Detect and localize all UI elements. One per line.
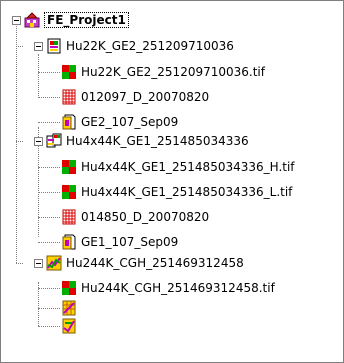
tree-node-item[interactable] xyxy=(61,299,81,317)
tree-line xyxy=(38,54,39,98)
tree-line xyxy=(38,217,60,218)
tree-node-item[interactable] xyxy=(61,317,81,335)
root-label: FE_Project1 xyxy=(44,12,129,28)
missing-protocol-icon xyxy=(62,318,76,334)
grid-template-icon xyxy=(62,209,76,225)
item-label: Hu244K_CGH_251469312458.tif xyxy=(81,281,275,295)
tree-node-item[interactable]: Hu4x44K_GE1_251485034336_L.tif xyxy=(61,183,292,201)
tree-node-group-1[interactable]: Hu22K_GE2_251209710036 xyxy=(46,37,234,55)
tree-line xyxy=(16,141,23,142)
tree-line xyxy=(38,288,60,289)
item-label: Hu22K_GE2_251209710036.tif xyxy=(81,65,265,79)
tree-node-item[interactable]: GE1_107_Sep09 xyxy=(61,233,178,251)
tree-line xyxy=(38,308,60,309)
missing-grid-icon xyxy=(62,300,76,316)
tree-line xyxy=(16,263,23,264)
item-label: GE2_107_Sep09 xyxy=(81,115,179,129)
image-file-icon xyxy=(62,160,76,174)
tree-node-item[interactable]: Hu244K_CGH_251469312458.tif xyxy=(61,279,275,297)
protocol-icon xyxy=(62,114,76,130)
tree-line xyxy=(38,72,60,73)
image-file-icon xyxy=(62,281,76,295)
group-label: Hu22K_GE2_251209710036 xyxy=(66,39,234,53)
tree-line xyxy=(38,326,60,327)
grid-template-icon xyxy=(62,89,76,105)
image-file-icon xyxy=(62,65,76,79)
collapse-toggle-group-1[interactable] xyxy=(34,42,43,51)
tree-node-group-3[interactable]: Hu244K_CGH_251469312458 xyxy=(46,254,244,272)
item-label: Hu4x44K_GE1_251485034336_H.tif xyxy=(81,160,295,174)
tree-node-item[interactable]: Hu4x44K_GE1_251485034336_H.tif xyxy=(61,158,295,176)
item-label: Hu4x44K_GE1_251485034336_L.tif xyxy=(81,185,293,199)
extraction-set-icon xyxy=(46,133,62,148)
project-tree-panel: FE_Project1 Hu22K_GE2_251209710036 Hu22K… xyxy=(0,0,344,363)
item-label: 014850_D_20070820 xyxy=(81,210,210,224)
collapse-toggle-group-3[interactable] xyxy=(34,259,43,268)
item-label: 012097_D_20070820 xyxy=(81,90,210,104)
tree-line xyxy=(38,97,60,98)
tree-node-item[interactable]: 014850_D_20070820 xyxy=(61,208,209,226)
tree-line xyxy=(38,192,60,193)
tree-node-group-2[interactable]: Hu4x44K_GE1_251485034336 xyxy=(46,132,249,150)
project-icon xyxy=(24,12,40,28)
collapse-toggle-group-2[interactable] xyxy=(34,137,43,146)
collapse-toggle-root[interactable] xyxy=(12,16,21,25)
tree-node-item[interactable]: GE2_107_Sep09 xyxy=(61,113,178,131)
tree-line xyxy=(38,122,60,123)
extraction-set-icon xyxy=(46,255,62,271)
tree-node-item[interactable]: 012097_D_20070820 xyxy=(61,88,209,106)
image-file-icon xyxy=(62,185,76,199)
tree-line xyxy=(16,46,23,47)
item-label: GE1_107_Sep09 xyxy=(81,235,179,249)
extraction-set-icon xyxy=(47,38,61,54)
tree-node-item[interactable]: Hu22K_GE2_251209710036.tif xyxy=(61,63,265,81)
tree-line xyxy=(16,26,17,263)
tree-line xyxy=(38,242,60,243)
protocol-icon xyxy=(62,234,76,250)
tree-line xyxy=(38,167,60,168)
tree-node-root[interactable]: FE_Project1 xyxy=(24,11,129,29)
group-label: Hu244K_CGH_251469312458 xyxy=(66,256,244,270)
group-label: Hu4x44K_GE1_251485034336 xyxy=(66,134,249,148)
